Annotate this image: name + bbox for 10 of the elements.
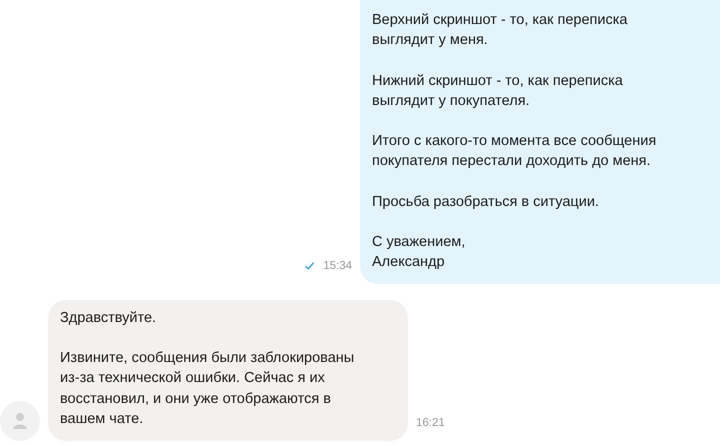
message-text: Просьба разобраться в ситуации. (372, 192, 600, 212)
message-time: 16:21 (416, 417, 445, 430)
message-text: Верхний скриншот - то, как переписка выглядит у меня. (372, 11, 628, 50)
message-text: Извините, сообщения были заблокированы из-за технической ошибки. Сейчас я их восстановил, и они уже отображаются в вашем чате. (60, 348, 356, 429)
message-text: Нижний скриншот - то, как переписка выглядит у покупателя. (372, 72, 624, 111)
message-time: 15:34 (323, 260, 352, 272)
message-text: Здравствуйте. (60, 308, 158, 328)
avatar-icon (0, 401, 40, 442)
message-text: С уважением, Александр (372, 233, 466, 272)
message-text: Итого с какого-то момента все сообщения покупателя перестали доходить до меня. (372, 132, 658, 172)
